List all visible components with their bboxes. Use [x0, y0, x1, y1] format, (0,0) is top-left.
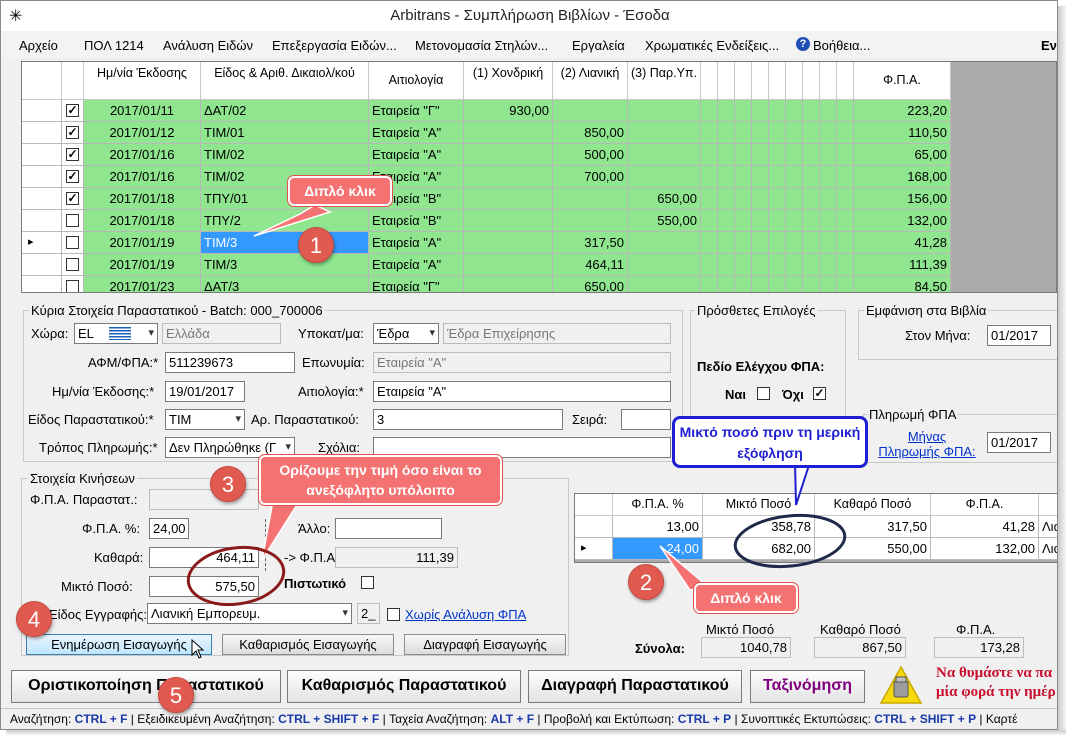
step-3-badge: 3 [210, 466, 246, 502]
step-1-badge: 1 [298, 227, 334, 263]
highlight-ellipse-vat-gross [733, 513, 847, 569]
step-5-badge: 5 [158, 677, 194, 713]
step-2-badge: 2 [628, 564, 664, 600]
callout-double-click-2: Διπλό κλικ [694, 583, 798, 613]
highlight-ellipse-gross [186, 545, 286, 607]
callout-mixed-before: Μικτό ποσό πριν τη μερική εξόφληση [672, 416, 868, 468]
callout-pointer-info [793, 461, 812, 506]
annotation-overlay [186, 204, 847, 607]
step-4-badge: 4 [16, 601, 52, 637]
callout-double-click-1: Διπλό κλικ [288, 176, 392, 206]
callout-set-value: Ορίζουμε την τιμή όσο είναι το ανεξόφλητ… [259, 455, 502, 505]
